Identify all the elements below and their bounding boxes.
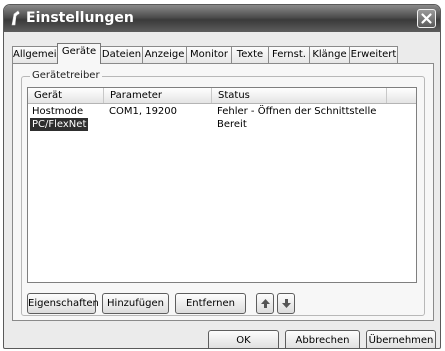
cell-status: Fehler - Öffnen der Schnittstelle [217, 106, 377, 117]
close-button[interactable] [417, 9, 436, 28]
remove-button[interactable]: Entfernen [175, 293, 246, 314]
close-icon [421, 13, 432, 24]
title-bar[interactable]: Einstellungen [4, 5, 440, 32]
device-driver-group: Gerätetreiber Gerät Parameter Status Hos… [21, 70, 425, 316]
column-header-device[interactable]: Gerät [28, 88, 104, 103]
ok-button[interactable]: OK [208, 330, 279, 348]
window-title: Einstellungen [26, 10, 134, 26]
cell-device: Hostmode [32, 106, 84, 117]
arrow-down-icon [281, 299, 291, 308]
move-up-button[interactable] [256, 293, 274, 314]
device-list[interactable]: Gerät Parameter Status Hostmode COM1, 19… [27, 87, 417, 283]
tab-texte[interactable]: Texte [231, 46, 269, 63]
column-header-parameter[interactable]: Parameter [104, 88, 212, 103]
tab-fernst[interactable]: Fernst. [268, 46, 310, 63]
properties-button[interactable]: Eigenschaften [27, 293, 99, 314]
tab-klaenge[interactable]: Klänge [309, 46, 350, 63]
settings-dialog: Einstellungen Allgemein Geräte Dateien A… [3, 4, 441, 349]
apply-button[interactable]: Übernehmen [366, 330, 436, 348]
move-down-button[interactable] [277, 293, 295, 314]
tab-allgemein[interactable]: Allgemein [12, 46, 63, 63]
add-button[interactable]: Hinzufügen [102, 293, 169, 314]
column-header-filler [387, 88, 416, 103]
cell-device-selected: PC/FlexNet [30, 118, 89, 131]
list-header: Gerät Parameter Status [28, 88, 416, 104]
app-icon [11, 10, 20, 26]
cell-status: Bereit [217, 119, 247, 130]
tab-geraete[interactable]: Geräte [57, 43, 101, 64]
group-label: Gerätetreiber [30, 70, 102, 81]
cell-parameter: COM1, 19200 [109, 106, 178, 117]
cancel-button[interactable]: Abbrechen [285, 330, 360, 348]
column-header-status[interactable]: Status [212, 88, 387, 103]
tab-erweitert[interactable]: Erweitert [349, 46, 398, 63]
tab-anzeige[interactable]: Anzeige [142, 46, 187, 63]
arrow-up-icon [260, 299, 270, 308]
tab-monitor[interactable]: Monitor [186, 46, 232, 63]
tab-panel-geraete: Gerätetreiber Gerät Parameter Status Hos… [12, 63, 434, 321]
tab-dateien[interactable]: Dateien [100, 46, 143, 63]
